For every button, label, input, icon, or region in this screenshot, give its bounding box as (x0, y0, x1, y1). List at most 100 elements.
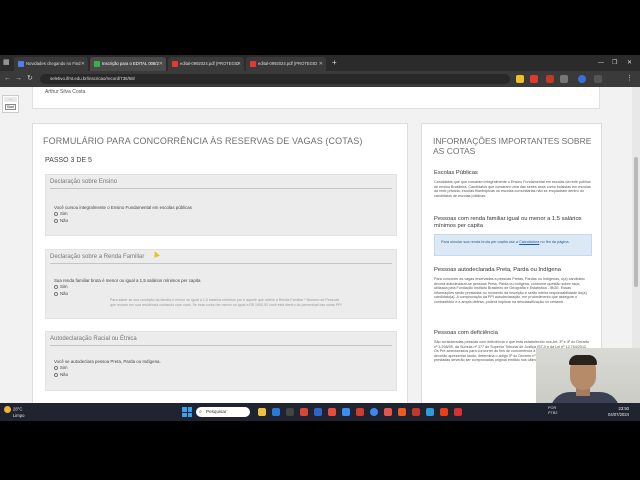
close-tab-icon[interactable]: ✕ (159, 57, 163, 71)
app-icon[interactable] (314, 408, 322, 416)
store-icon[interactable] (286, 408, 294, 416)
app-icon[interactable] (342, 408, 350, 416)
section-divider (50, 345, 392, 346)
calculator-alert: Para simular sua renda bruta per capita … (434, 234, 592, 256)
pdf-extension-icon[interactable] (530, 75, 538, 83)
search-icon: ⌕ (199, 409, 202, 415)
radio-option-sim[interactable]: Sim (54, 365, 68, 370)
address-bar[interactable]: seletivo.ifmt.edu.br/inscricao/record/73… (40, 74, 510, 84)
radio-option-sim[interactable]: Sim (54, 211, 68, 216)
escolas-text: Candidatos que que cursaram integralment… (434, 180, 591, 198)
app-icon[interactable] (426, 408, 434, 416)
radio-option-nao[interactable]: Não (54, 218, 68, 223)
ppi-text: Para concorrer às vagas reservadas a pes… (434, 277, 587, 304)
form-title: FORMULÁRIO PARA CONCORRÊNCIA ÀS RESERVAS… (43, 136, 363, 146)
close-tab-icon[interactable]: ✕ (319, 57, 323, 71)
maximize-button[interactable]: ❐ (612, 57, 617, 69)
option-label: Sim (60, 284, 68, 289)
system-tray[interactable]: POR PTB2 (548, 406, 558, 416)
radio-button[interactable] (54, 218, 58, 223)
section-ensino: Declaração sobre Ensino Você cursou inte… (45, 174, 397, 236)
alert-tail: no fim da página. (539, 240, 570, 244)
widget-start-button[interactable]: Start (5, 104, 16, 110)
section-question: Sua renda familiar bruta é menor ou igua… (54, 278, 201, 283)
section-title: Declaração sobre Ensino (50, 179, 118, 185)
start-tile (182, 407, 187, 412)
browser-tab-4[interactable]: edital-0992024.pdf (PROTEGID ✕ (246, 57, 326, 71)
app-icon[interactable] (356, 408, 364, 416)
windows-start-icon[interactable] (182, 407, 192, 417)
windows-taskbar: 28°C Limpo ⌕ Pesquisar POR PTB2 23:50 04… (0, 403, 640, 421)
minimize-button[interactable]: — (598, 57, 604, 69)
radio-option-sim[interactable]: Sim (54, 284, 68, 289)
section-question: Você se autodeclara pessoa Preta, Parda … (54, 359, 161, 364)
browser-tab-1[interactable]: Novidades chegando no Find ✕ (14, 57, 88, 71)
radio-button[interactable] (54, 211, 58, 216)
edge-browser-icon[interactable] (272, 408, 280, 416)
info-title: INFORMAÇÕES IMPORTANTES SOBRE AS COTAS (433, 136, 592, 156)
close-tab-icon[interactable]: ✕ (81, 57, 85, 71)
close-window-button[interactable]: ✕ (627, 57, 632, 69)
section-title: Declaração sobre a Renda Familiar (50, 254, 145, 260)
tab-menu-icon[interactable]: ▦ (3, 59, 11, 67)
weather-desc: Limpo (13, 413, 25, 418)
file-explorer-icon[interactable] (258, 408, 266, 416)
option-label: Não (60, 291, 69, 296)
start-tile (187, 407, 192, 412)
browser-menu-icon[interactable]: ⋮ (626, 74, 633, 84)
radio-option-nao[interactable]: Não (54, 372, 68, 377)
clock-time: 23:50 (618, 406, 629, 411)
back-arrow-icon[interactable]: ← (4, 74, 11, 84)
tab-label: edital-0992024.pdf (PROTEGID (180, 61, 240, 66)
profile-avatar-icon[interactable] (578, 75, 586, 83)
section-divider (50, 188, 392, 189)
radio-button[interactable] (54, 291, 58, 296)
taskbar-search[interactable]: ⌕ Pesquisar (196, 407, 250, 417)
forward-arrow-icon[interactable]: → (15, 74, 22, 84)
widget-handle[interactable]: — (4, 97, 17, 102)
weather-temp: 28°C (13, 406, 23, 412)
download-icon[interactable] (594, 75, 602, 83)
calculator-link[interactable]: Calculadora (519, 240, 539, 244)
pcd-heading: Pessoas com deficiência (434, 330, 498, 336)
radio-option-nao[interactable]: Não (54, 291, 68, 296)
alert-text-wrap: Para simular sua renda bruta per capita … (441, 240, 589, 245)
search-placeholder: Pesquisar (206, 409, 227, 414)
radio-button[interactable] (54, 365, 58, 370)
sun-icon (4, 406, 11, 413)
radio-button[interactable] (54, 284, 58, 289)
app-icon[interactable] (454, 408, 462, 416)
puzzle-extension-icon[interactable] (560, 75, 568, 83)
section-title: Autodeclaração Racial ou Étnica (50, 336, 137, 342)
extension-icon[interactable] (546, 75, 554, 83)
weather-widget[interactable]: 28°C Limpo (4, 406, 24, 419)
app-icon[interactable] (300, 408, 308, 416)
taskbar-clock[interactable]: 23:50 04/07/2024 (601, 406, 629, 417)
chrome-icon[interactable] (370, 408, 378, 416)
bookmark-star-icon[interactable] (516, 75, 524, 83)
renda-heading: Pessoas com renda familiar igual ou meno… (434, 216, 582, 229)
app-icon[interactable] (328, 408, 336, 416)
author-name: Arthur Silva Costa (45, 89, 86, 95)
section-renda: Declaração sobre a Renda Familiar Sua re… (45, 249, 397, 319)
option-label: Sim (60, 211, 68, 216)
app-icon[interactable] (440, 408, 448, 416)
section-divider (50, 263, 392, 264)
radio-button[interactable] (54, 372, 58, 377)
tab-favicon-icon (250, 61, 256, 67)
close-tab-icon[interactable]: ✕ (237, 57, 241, 71)
browser-tab-2[interactable]: Inscrição para o EDITAL 008/2 ✕ (90, 57, 166, 71)
alert-text: Para simular sua renda bruta per capita … (441, 240, 520, 244)
option-label: Não (60, 372, 69, 377)
browser-tab-3[interactable]: edital-0992024.pdf (PROTEGID ✕ (168, 57, 244, 71)
floating-recorder-widget: — Start (2, 95, 19, 113)
app-icon[interactable] (412, 408, 420, 416)
tray-language: POR (548, 406, 557, 410)
renda-help-note-line-2: que moram em sua residência contando com… (110, 303, 342, 307)
reload-icon[interactable]: ↻ (27, 74, 33, 84)
app-icon[interactable] (398, 408, 406, 416)
new-tab-button[interactable]: + (332, 58, 337, 68)
app-icon[interactable] (384, 408, 392, 416)
scrollbar-thumb[interactable] (634, 157, 638, 287)
tab-favicon-icon (94, 61, 100, 67)
